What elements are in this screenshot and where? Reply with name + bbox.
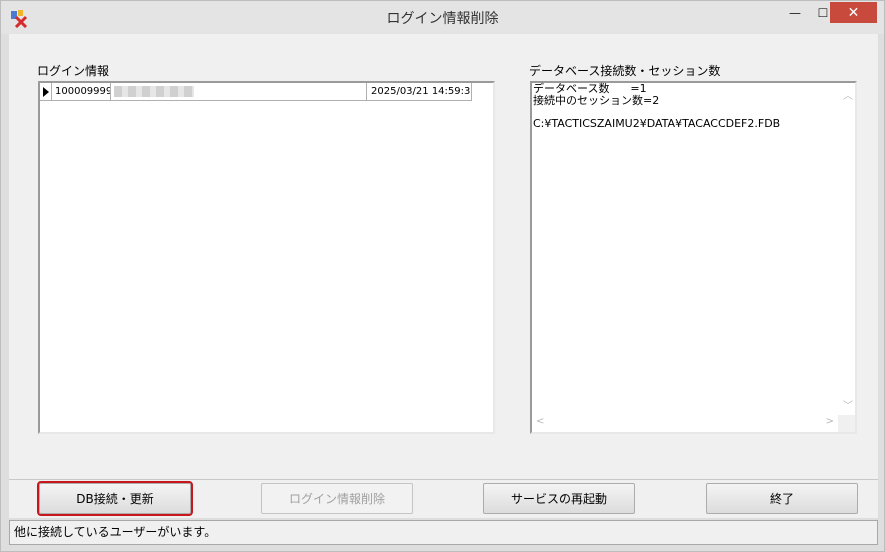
cell-user-id[interactable]: 100009999: [52, 83, 111, 101]
row-selector[interactable]: [40, 83, 52, 101]
db-connect-refresh-button[interactable]: DB接続・更新: [37, 481, 193, 516]
current-row-icon: [43, 87, 49, 97]
scroll-right-icon[interactable]: >: [826, 416, 834, 427]
delete-login-button[interactable]: ログイン情報削除: [261, 483, 413, 514]
cell-user-name[interactable]: [111, 83, 367, 101]
login-info-label: ログイン情報: [37, 64, 110, 78]
window-title: ログイン情報削除: [386, 11, 499, 27]
horizontal-scrollbar[interactable]: < >: [532, 415, 838, 432]
db-info-label: データベース接続数・セッション数: [529, 64, 721, 78]
exit-button[interactable]: 終了: [706, 483, 858, 514]
status-bar: 他に接続しているユーザーがいます。: [9, 520, 878, 545]
db-info-textbox[interactable]: データベース数 =1 接続中のセッション数=2 C:¥TACTICSZAIMU2…: [530, 81, 857, 434]
title-bar[interactable]: ログイン情報削除 — ☐ ✕: [1, 1, 884, 34]
redacted-name: [114, 86, 194, 97]
table-row[interactable]: 100009999 2025/03/21 14:59:3: [40, 83, 472, 101]
app-window: ログイン情報削除 — ☐ ✕ ログイン情報 100009999 2025/03/…: [0, 0, 885, 552]
main-panel: ログイン情報 100009999 2025/03/21 14:59:3 データベ…: [9, 34, 878, 479]
scroll-up-icon[interactable]: ︿: [843, 87, 853, 102]
scrollbar-corner: [838, 415, 855, 432]
restart-service-button[interactable]: サービスの再起動: [483, 483, 635, 514]
login-info-grid[interactable]: 100009999 2025/03/21 14:59:3: [38, 81, 495, 434]
button-bar: DB接続・更新 ログイン情報削除 サービスの再起動 終了: [9, 479, 878, 518]
vertical-scrollbar[interactable]: ︿ ﹀: [838, 83, 855, 414]
db-info-text: データベース数 =1 接続中のセッション数=2 C:¥TACTICSZAIMU2…: [533, 82, 781, 130]
minimize-button[interactable]: —: [781, 2, 809, 23]
scroll-left-icon[interactable]: <: [536, 416, 544, 427]
cell-login-date[interactable]: 2025/03/21 14:59:3: [367, 83, 472, 101]
close-button[interactable]: ✕: [830, 2, 877, 23]
scroll-down-icon[interactable]: ﹀: [843, 397, 853, 412]
